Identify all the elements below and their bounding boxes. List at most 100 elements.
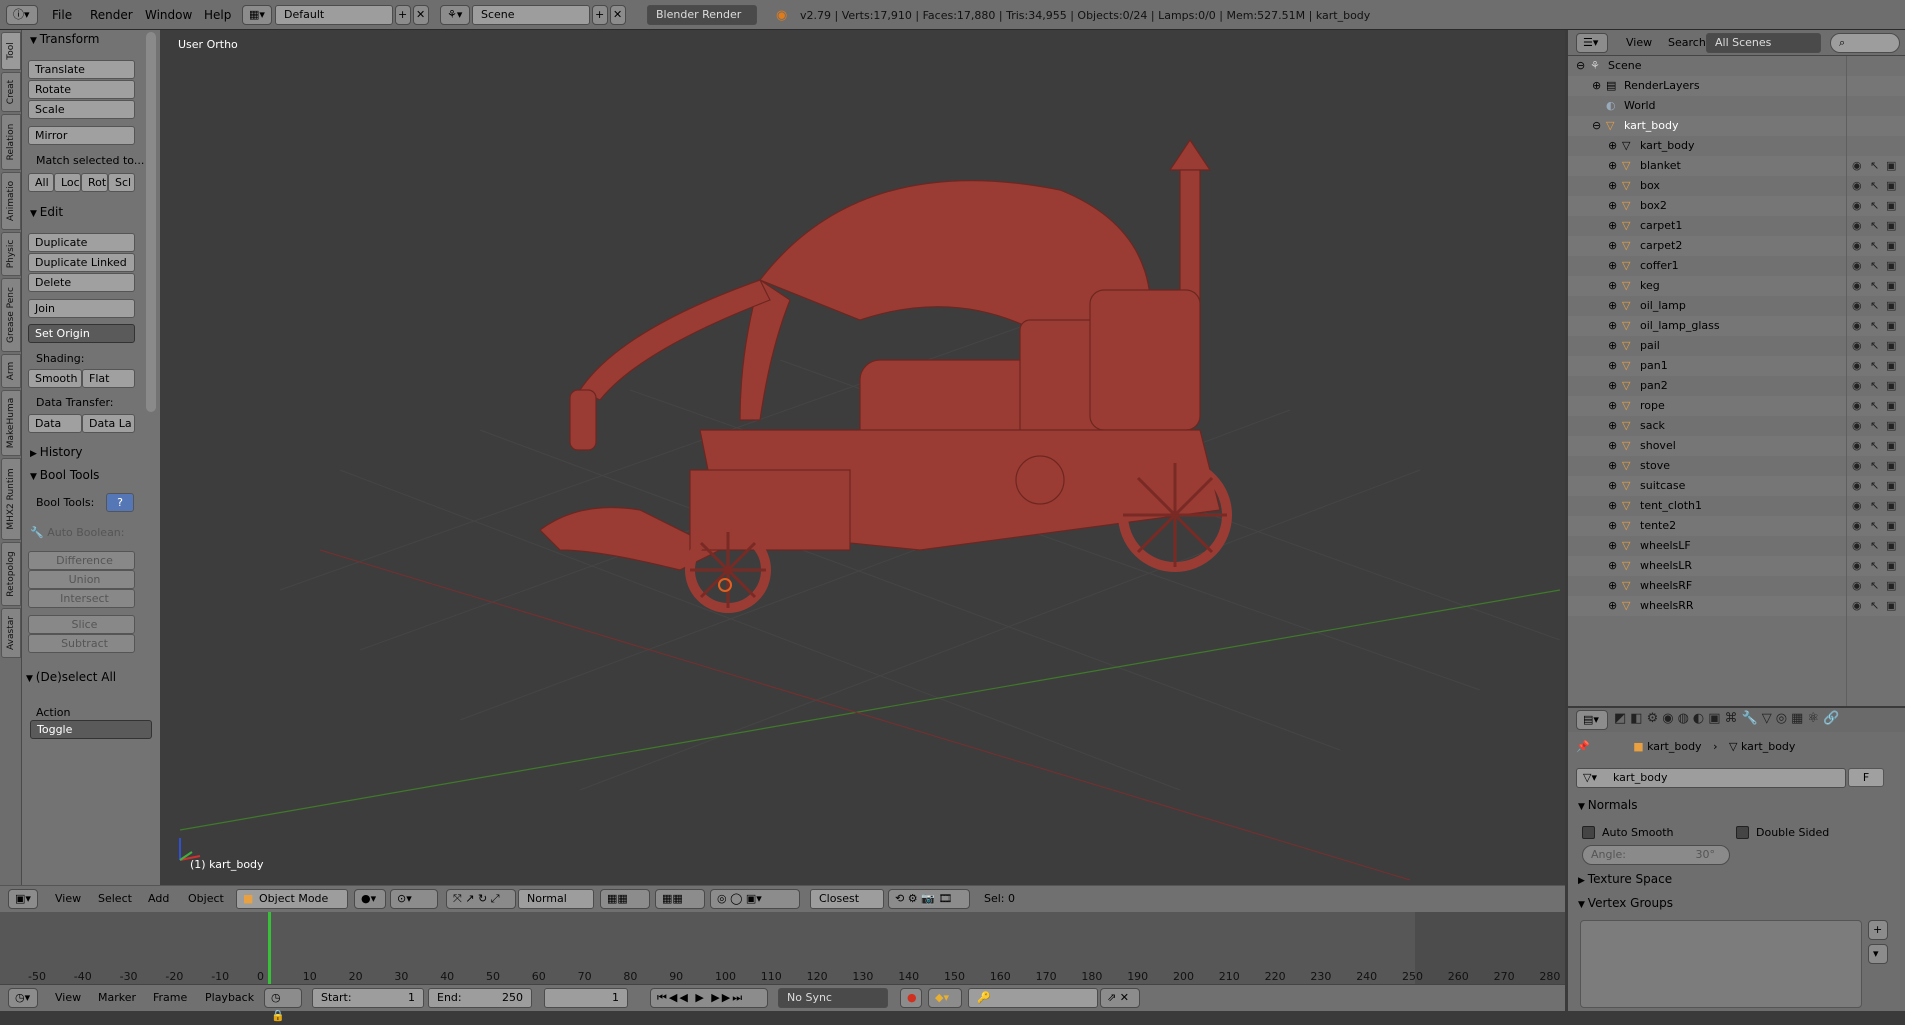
help-icon[interactable]: ? (106, 493, 134, 512)
match-rot-button[interactable]: Rot (81, 173, 108, 192)
outliner-search-menu[interactable]: Search (1668, 36, 1706, 49)
remove-scene-button[interactable]: ✕ (610, 5, 626, 25)
data-transfer-button[interactable]: Data (28, 414, 82, 433)
render-camera-icon[interactable]: ▣ (1886, 536, 1896, 556)
marker-menu[interactable]: Marker (98, 991, 136, 1004)
outliner-row-renderlayers[interactable]: ⊕ ▤ RenderLayers (1568, 76, 1905, 96)
scene-canvas[interactable] (160, 30, 1565, 885)
action-toggle-select[interactable]: Toggle (30, 720, 152, 739)
select-arrow-icon[interactable]: ↖ (1870, 176, 1879, 196)
expand-icon[interactable]: ⊕ (1608, 456, 1617, 476)
render-camera-icon[interactable]: ▣ (1886, 416, 1896, 436)
add-menu[interactable]: Add (148, 892, 169, 905)
pan[interactable] (1015, 455, 1065, 505)
outliner-row-object[interactable]: ⊕ ▽ blanket ◉ ↖ ▣ (1568, 156, 1905, 176)
set-origin-select[interactable]: Set Origin (28, 324, 135, 343)
render-camera-icon[interactable]: ▣ (1886, 156, 1896, 176)
render-camera-icon[interactable]: ▣ (1886, 516, 1896, 536)
select-arrow-icon[interactable]: ↖ (1870, 576, 1879, 596)
tab-animation[interactable]: Animatio (1, 172, 21, 230)
display-mode-select[interactable]: All Scenes (1706, 33, 1821, 53)
timeline-editor-type-button[interactable]: ◷▾ (8, 988, 38, 1008)
render-camera-icon[interactable]: ▣ (1886, 356, 1896, 376)
kart-mesh[interactable] (539, 138, 1221, 571)
render-camera-icon[interactable]: ▣ (1886, 476, 1896, 496)
timeline[interactable]: -50 -40 -30 -20 -10 0 10 20 30 40 50 60 70 80 90 100 110… (0, 912, 1565, 984)
layer-buttons-2[interactable]: ▦▦ (655, 889, 705, 909)
outliner-row-object[interactable]: ⊕ ▽ shovel ◉ ↖ ▣ (1568, 436, 1905, 456)
tab-arm[interactable]: Arm (1, 354, 21, 388)
vertex-group-menu-button[interactable]: ▾ (1868, 944, 1888, 964)
select-arrow-icon[interactable]: ↖ (1870, 336, 1879, 356)
proportional-edit-buttons[interactable]: ◎ ◯ ▣▾ (710, 889, 800, 909)
expand-icon[interactable]: ⊕ (1608, 436, 1617, 456)
expand-icon[interactable]: ⊕ (1608, 516, 1617, 536)
eye-icon[interactable]: ◉ (1852, 316, 1862, 336)
outliner-row-scene[interactable]: ⊖ ⚘ Scene (1568, 56, 1905, 76)
remove-layout-button[interactable]: ✕ (413, 5, 429, 25)
render-camera-icon[interactable]: ▣ (1886, 436, 1896, 456)
tab-physics[interactable]: Physic (1, 232, 21, 276)
expand-icon[interactable]: ⊕ (1608, 256, 1617, 276)
expand-icon[interactable]: ⊕ (1608, 396, 1617, 416)
shade-flat-button[interactable]: Flat (82, 369, 135, 388)
view-menu[interactable]: View (55, 892, 81, 905)
object-mode-select[interactable]: ■ Object Mode (236, 889, 348, 909)
outliner-row-object[interactable]: ⊕ ▽ pan1 ◉ ↖ ▣ (1568, 356, 1905, 376)
select-arrow-icon[interactable]: ↖ (1870, 436, 1879, 456)
select-arrow-icon[interactable]: ↖ (1870, 276, 1879, 296)
render-camera-icon[interactable]: ▣ (1886, 276, 1896, 296)
add-vertex-group-button[interactable]: + (1868, 920, 1888, 940)
tab-create[interactable]: Creat (1, 72, 21, 112)
playback-controls[interactable]: ⏮◀◀ ▶ ▶▶⏭ (650, 988, 768, 1008)
expand-icon[interactable]: ⊕ (1608, 576, 1617, 596)
expand-icon[interactable]: ⊕ (1608, 416, 1617, 436)
outliner-row-object[interactable]: ⊕ ▽ carpet2 ◉ ↖ ▣ (1568, 236, 1905, 256)
property-context-tabs[interactable]: ◩◧⚙◉◍◐▣⌘🔧▽◎▦⚛🔗 (1614, 711, 1843, 726)
outliner-row-kart-body[interactable]: ⊖ ▽ kart_body (1568, 116, 1905, 136)
expand-icon[interactable]: ⊕ (1608, 296, 1617, 316)
outliner-row-object[interactable]: ⊕ ▽ wheelsRR ◉ ↖ ▣ (1568, 596, 1905, 616)
match-all-button[interactable]: All (28, 173, 54, 192)
outliner-row-object[interactable]: ⊕ ▽ rope ◉ ↖ ▣ (1568, 396, 1905, 416)
preview-range-button[interactable]: ◷ 🔒 (264, 988, 302, 1022)
render-camera-icon[interactable]: ▣ (1886, 556, 1896, 576)
eye-icon[interactable]: ◉ (1852, 236, 1862, 256)
panel-deselect-header[interactable]: (De)select All (26, 670, 116, 684)
add-layout-button[interactable]: + (395, 5, 411, 25)
expand-icon[interactable]: ⊕ (1608, 216, 1617, 236)
eye-icon[interactable]: ◉ (1852, 376, 1862, 396)
eye-icon[interactable]: ◉ (1852, 496, 1862, 516)
render-camera-icon[interactable]: ▣ (1886, 376, 1896, 396)
expand-icon[interactable]: ⊕ (1608, 196, 1617, 216)
mesh-datablock-field[interactable]: ▽▾ kart_body (1576, 768, 1846, 788)
select-menu[interactable]: Select (98, 892, 132, 905)
lantern[interactable] (569, 389, 597, 451)
tab-tool[interactable]: Tool (1, 32, 21, 70)
menu-window[interactable]: Window (145, 8, 192, 22)
double-sided-checkbox[interactable] (1736, 826, 1749, 839)
select-arrow-icon[interactable]: ↖ (1870, 496, 1879, 516)
eye-icon[interactable]: ◉ (1852, 476, 1862, 496)
outliner-row-object[interactable]: ⊕ ▽ stove ◉ ↖ ▣ (1568, 456, 1905, 476)
layout-field[interactable]: Default (275, 5, 393, 25)
intersect-button[interactable]: Intersect (28, 589, 135, 608)
select-arrow-icon[interactable]: ↖ (1870, 316, 1879, 336)
render-camera-icon[interactable]: ▣ (1886, 496, 1896, 516)
insert-keyframe-buttons[interactable]: ⇗ ✕ (1100, 988, 1140, 1008)
select-arrow-icon[interactable]: ↖ (1870, 216, 1879, 236)
frame-menu[interactable]: Frame (153, 991, 187, 1004)
shade-smooth-button[interactable]: Smooth (28, 369, 82, 388)
eye-icon[interactable]: ◉ (1852, 556, 1862, 576)
panel-history-header[interactable]: History (30, 445, 83, 459)
render-camera-icon[interactable]: ▣ (1886, 336, 1896, 356)
outliner-row-world[interactable]: ◐ World (1568, 96, 1905, 116)
select-arrow-icon[interactable]: ↖ (1870, 516, 1879, 536)
translate-button[interactable]: Translate (28, 60, 135, 79)
outliner-row-object[interactable]: ⊕ ▽ wheelsLF ◉ ↖ ▣ (1568, 536, 1905, 556)
eye-icon[interactable]: ◉ (1852, 296, 1862, 316)
render-camera-icon[interactable]: ▣ (1886, 236, 1896, 256)
chimney-cap[interactable] (1168, 138, 1212, 171)
timeline-view-menu[interactable]: View (55, 991, 81, 1004)
duplicate-button[interactable]: Duplicate (28, 233, 135, 252)
